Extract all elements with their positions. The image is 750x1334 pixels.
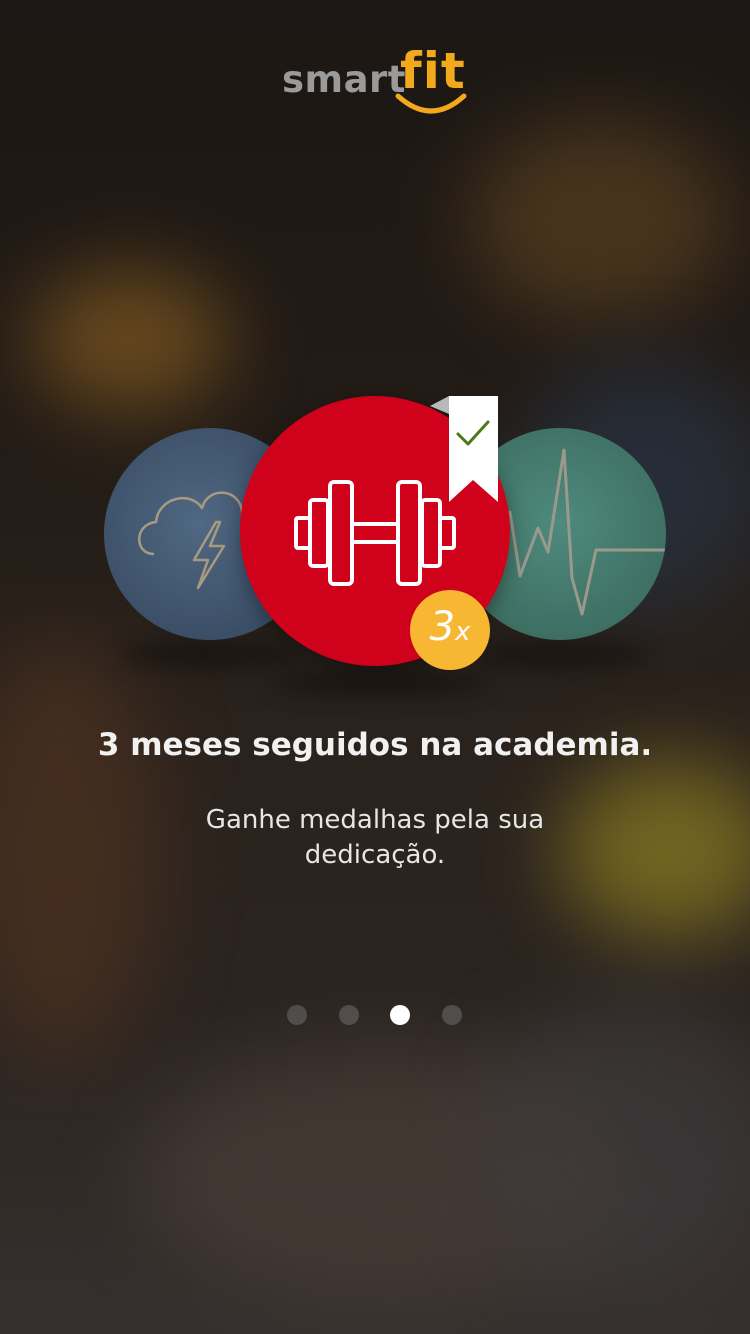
page-dot-2[interactable] — [339, 1005, 359, 1025]
badge-suffix: x — [455, 617, 471, 647]
completed-ribbon — [430, 396, 498, 502]
count-badge: 3x — [410, 590, 490, 670]
smart-fit-logo: smart fit — [282, 42, 472, 126]
medal-illustration: 3x — [0, 380, 750, 710]
page-dot-3-active[interactable] — [390, 1005, 410, 1025]
onboarding-subtext: Ganhe medalhas pela sua dedicação. — [205, 805, 545, 870]
onboarding-headline: 3 meses seguidos na academia. — [97, 727, 653, 763]
badge-count: 3 — [429, 604, 456, 650]
logo-smile-icon — [395, 93, 467, 114]
logo-smart-text: smart — [282, 58, 406, 101]
page-dot-1[interactable] — [287, 1005, 307, 1025]
pagination-dots — [287, 1005, 467, 1025]
page-dot-4[interactable] — [442, 1005, 462, 1025]
